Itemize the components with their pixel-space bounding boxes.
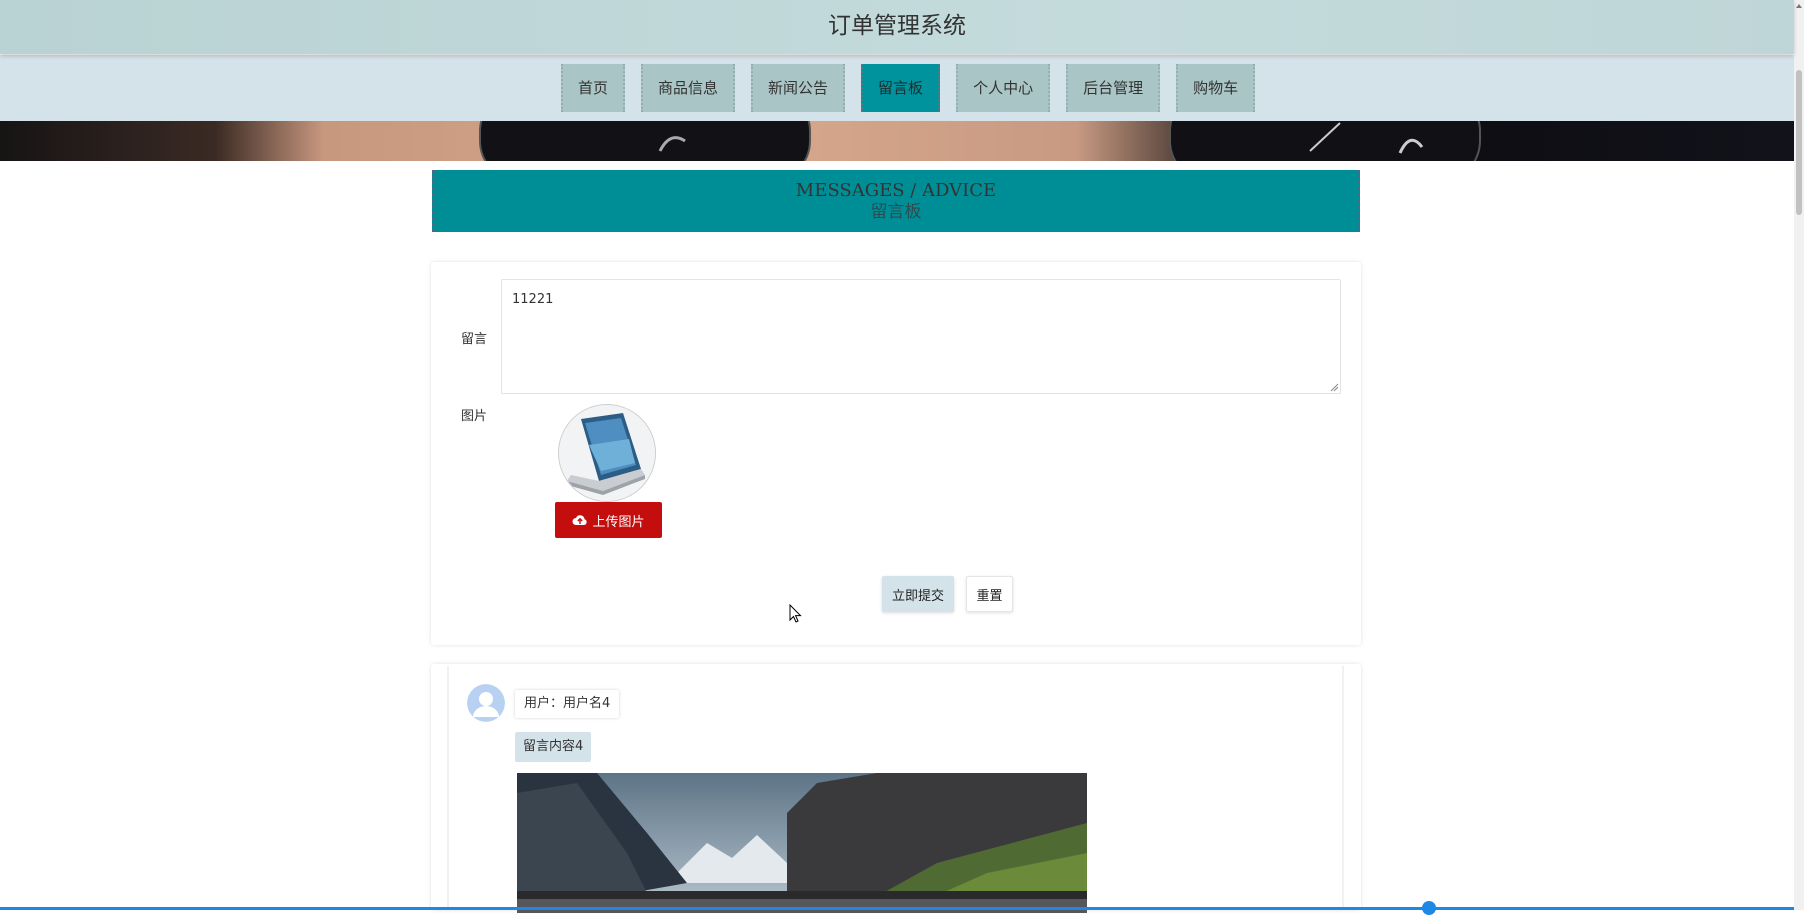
nav-item-news[interactable]: 新闻公告: [751, 64, 846, 112]
comment-username: 用户：用户名4: [515, 690, 620, 718]
nav-item-messages[interactable]: 留言板: [861, 64, 941, 112]
main-nav: 首页 商品信息 新闻公告 留言板 个人中心 后台管理 购物车: [0, 55, 1794, 121]
cloud-upload-icon: [572, 515, 588, 525]
section-title-box: MESSAGES / ADVICE 留言板: [432, 170, 1360, 232]
section-title-cn: 留言板: [870, 202, 922, 222]
nav-item-home[interactable]: 首页: [561, 64, 626, 112]
message-form: 留言 11221 图片 上传图片 立即提交 重置: [431, 262, 1361, 645]
message-input[interactable]: 11221: [501, 279, 1341, 394]
comment-item: 用户：用户名4 留言内容4: [447, 666, 1344, 913]
banner-image: [0, 121, 1794, 161]
app-title: 订单管理系统: [828, 13, 966, 39]
nav-item-profile[interactable]: 个人中心: [956, 64, 1051, 112]
comment-image: [517, 773, 1087, 913]
message-label: 留言: [461, 332, 488, 347]
nav-item-products[interactable]: 商品信息: [641, 64, 736, 112]
image-preview: [558, 404, 656, 502]
image-label: 图片: [461, 409, 488, 424]
mouse-cursor-icon: [789, 604, 802, 623]
submit-button[interactable]: 立即提交: [882, 576, 954, 612]
nav-item-cart[interactable]: 购物车: [1176, 64, 1256, 112]
comment-list: 用户：用户名4 留言内容4: [431, 664, 1361, 913]
app-header: 订单管理系统: [0, 0, 1794, 54]
upload-button-label: 上传图片: [592, 513, 645, 529]
nav-item-admin[interactable]: 后台管理: [1066, 64, 1161, 112]
scroll-up-arrow-icon[interactable]: [1796, 4, 1802, 8]
scrollbar-thumb[interactable]: [1796, 70, 1802, 215]
resize-grip-icon[interactable]: [1330, 383, 1339, 392]
reset-button[interactable]: 重置: [966, 576, 1013, 612]
comment-content: 留言内容4: [515, 732, 592, 762]
section-title-en: MESSAGES / ADVICE: [795, 180, 997, 201]
upload-image-button[interactable]: 上传图片: [555, 502, 662, 538]
progress-handle: [1422, 901, 1436, 915]
user-avatar-icon: [467, 684, 505, 722]
